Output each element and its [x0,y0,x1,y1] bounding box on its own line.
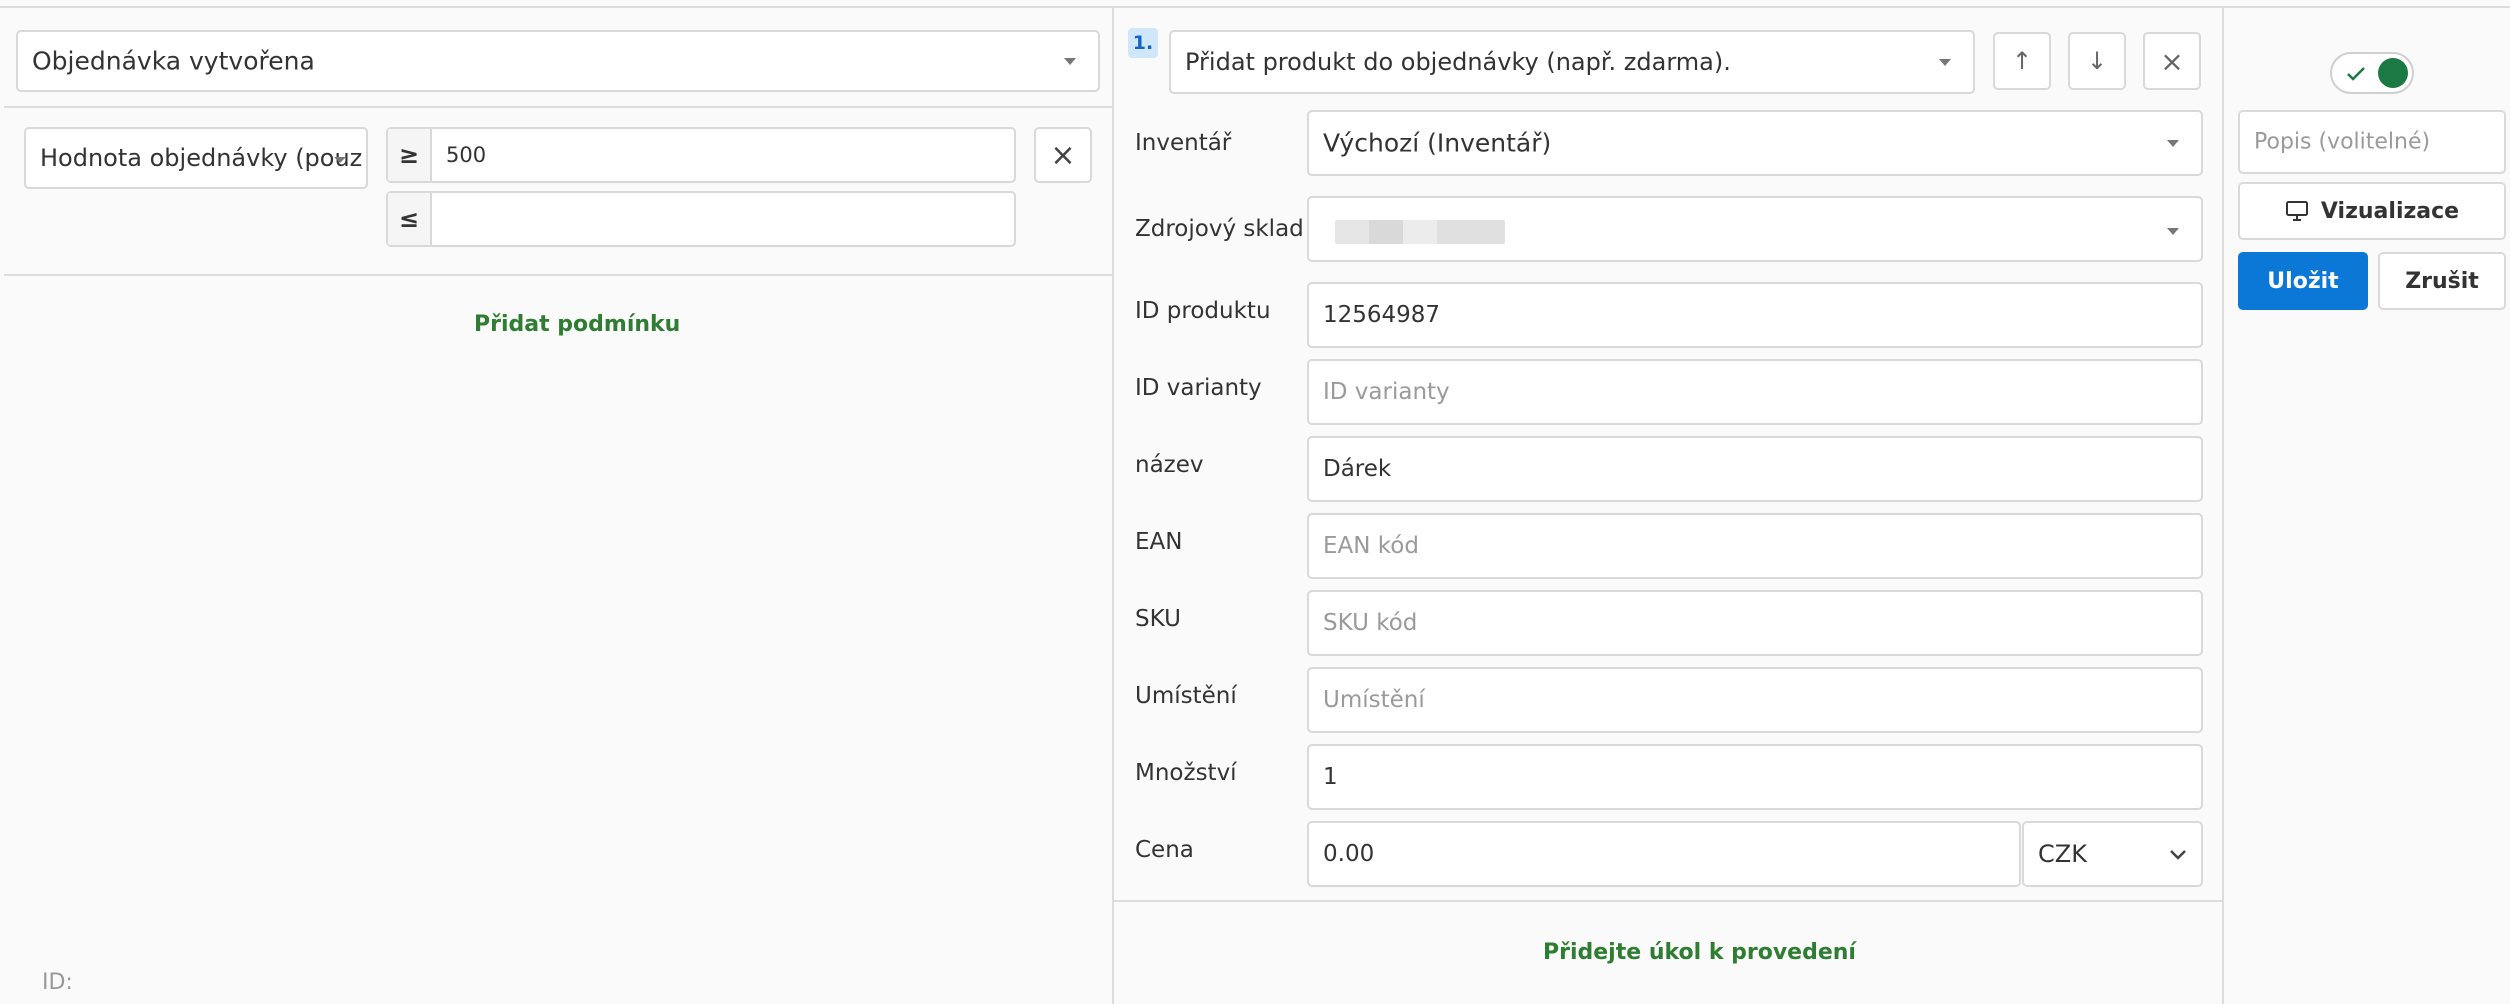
trigger-select[interactable]: Objednávka vytvořena [16,30,1100,92]
quantity-input[interactable]: 1 [1307,744,2203,810]
price-label: Cena [1135,837,1194,863]
arrow-down-icon: ↓ [2086,47,2108,75]
task-action-select[interactable]: Přidat produkt do objednávky (např. zdar… [1169,30,1975,94]
remove-condition-button[interactable]: × [1034,127,1092,183]
active-toggle[interactable] [2330,52,2414,94]
ean-label: EAN [1135,529,1183,555]
location-input[interactable]: Umístění [1307,667,2203,733]
add-condition-link[interactable]: Přidat podmínku [474,312,680,337]
source-warehouse-label: Zdrojový sklad [1135,216,1304,242]
chevron-down-icon [2167,228,2179,235]
inventory-label: Inventář [1135,130,1232,156]
monitor-icon [2285,201,2308,221]
price-value: 0.00 [1323,841,1375,867]
panel-separator [2222,6,2224,1004]
trigger-select-value: Objednávka vytvořena [32,46,315,76]
arrow-up-icon: ↑ [2011,47,2033,75]
lte-symbol: ≤ [388,193,432,245]
chevron-down-icon [2167,140,2179,147]
gte-symbol: ≥ [388,129,432,181]
chevron-down-icon [1064,58,1076,65]
task-index-badge: 1. [1128,28,1158,58]
product-id-input[interactable]: 12564987 [1307,282,2203,348]
move-up-button[interactable]: ↑ [1993,32,2051,90]
condition-field-value: Hodnota objednávky (pouz [40,144,363,172]
product-id-value: 12564987 [1323,302,1441,328]
description-placeholder: Popis (volitelné) [2254,129,2431,155]
chevron-down-icon [2170,850,2186,860]
remove-task-button[interactable]: × [2143,32,2201,90]
toggle-knob [2378,58,2408,88]
visualize-button[interactable]: Vizualizace [2238,182,2506,240]
ean-placeholder: EAN kód [1323,533,1419,559]
close-icon: × [2160,44,2184,78]
save-button[interactable]: Uložit [2238,252,2368,310]
condition-field-select[interactable]: Hodnota objednávky (pouz [24,127,368,189]
currency-select[interactable]: CZK [2022,821,2203,887]
variant-id-input[interactable]: ID varianty [1307,359,2203,425]
ean-input[interactable]: EAN kód [1307,513,2203,579]
variant-id-placeholder: ID varianty [1323,379,1450,405]
divider [1114,900,2222,902]
close-icon: × [1050,137,1076,173]
name-value: Dárek [1323,456,1392,482]
cancel-label: Zrušit [2405,268,2479,294]
sku-placeholder: SKU kód [1323,610,1418,636]
top-border [0,6,2510,8]
quantity-value: 1 [1323,764,1338,790]
name-input[interactable]: Dárek [1307,436,2203,502]
task-action-value: Přidat produkt do objednávky (např. zdar… [1185,48,1731,76]
visualize-label: Vizualizace [2320,198,2460,224]
currency-value: CZK [2038,840,2087,868]
sku-input[interactable]: SKU kód [1307,590,2203,656]
location-label: Umístění [1135,683,1237,709]
inventory-value: Výchozí (Inventář) [1323,128,1552,158]
quantity-label: Množství [1135,760,1237,786]
product-id-label: ID produktu [1135,298,1271,324]
check-icon [2347,67,2365,81]
lte-input-group: ≤ [386,191,1016,247]
redacted-value [1335,220,1505,244]
location-placeholder: Umístění [1323,687,1425,713]
description-input[interactable]: Popis (volitelné) [2238,110,2506,174]
chevron-down-icon [334,157,346,163]
gte-input-group: ≥ 500 [386,127,1016,183]
sku-label: SKU [1135,606,1181,632]
source-warehouse-select[interactable] [1307,196,2203,262]
move-down-button[interactable]: ↓ [2068,32,2126,90]
chevron-down-icon [1939,59,1951,66]
variant-id-label: ID varianty [1135,375,1262,401]
save-label: Uložit [2267,268,2339,294]
gte-value-input[interactable]: 500 [446,143,486,167]
footer-id-label: ID: [42,970,73,995]
inventory-select[interactable]: Výchozí (Inventář) [1307,110,2203,176]
add-task-link[interactable]: Přidejte úkol k provedení [1543,940,1856,965]
price-input[interactable]: 0.00 [1307,821,2021,887]
divider [4,106,1112,108]
name-label: název [1135,452,1204,478]
cancel-button[interactable]: Zrušit [2378,252,2506,310]
panel-separator [1112,6,1114,1004]
divider [4,274,1112,276]
